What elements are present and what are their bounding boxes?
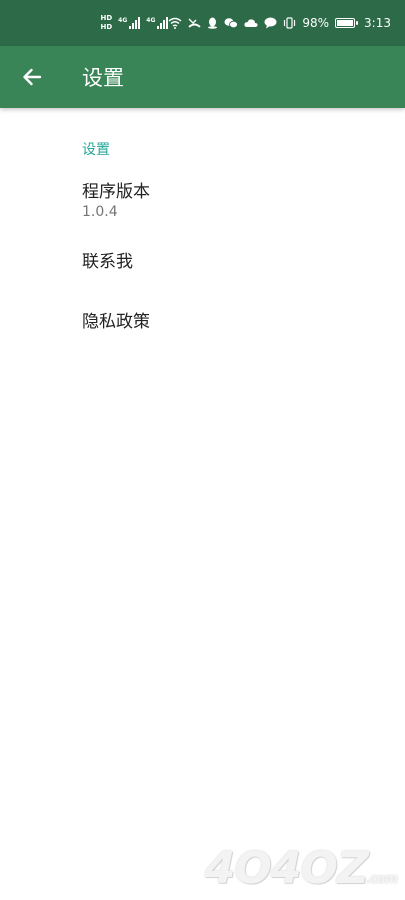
app-bar: 设置 [0, 46, 405, 108]
signal-1-icon: 4G [118, 17, 141, 29]
signal-2-icon: 4G [146, 17, 169, 29]
battery [335, 18, 359, 28]
battery-percent: 98% [302, 16, 330, 30]
hd-bottom-label: HD [100, 23, 113, 31]
arrow-back-icon [23, 68, 42, 86]
status-left: HD HD 4G 4G [0, 14, 169, 32]
pref-app-version[interactable]: 程序版本 1.0.4 [0, 177, 405, 237]
back-button[interactable] [0, 46, 64, 108]
status-icons: 98% 3:13 [168, 16, 391, 30]
pref-title: 联系我 [82, 252, 133, 272]
status-time: 3:13 [364, 16, 391, 30]
hd-top-label: HD [100, 14, 113, 22]
pref-contact-me[interactable]: 联系我 [0, 247, 405, 307]
message-icon [264, 17, 277, 29]
battery-fill [337, 20, 353, 26]
pref-privacy-policy[interactable]: 隐私政策 [0, 307, 405, 367]
settings-list: 设置 程序版本 1.0.4 联系我 隐私政策 [0, 108, 405, 367]
watermark-logo: 4O4OZ .com [204, 843, 398, 894]
cloud-icon [244, 19, 258, 27]
watermark-text: 4O4OZ [204, 843, 369, 894]
battery-icon [335, 18, 359, 28]
pref-title: 程序版本 [82, 182, 150, 202]
pref-summary: 1.0.4 [82, 204, 118, 220]
wechat-icon [224, 18, 239, 29]
status-bar: HD HD 4G 4G 98% 3:13 [0, 0, 405, 46]
pref-title: 隐私政策 [82, 312, 150, 332]
page-title: 设置 [82, 66, 124, 90]
vibrate-icon [284, 17, 296, 29]
missed-call-icon [188, 18, 201, 28]
qq-icon [208, 17, 218, 29]
wifi-icon [168, 17, 182, 29]
hd-indicator: HD HD [100, 14, 112, 32]
watermark-suffix: .com [365, 872, 398, 887]
network-2-label: 4G [146, 17, 156, 24]
network-1-label: 4G [118, 17, 128, 24]
section-header: 设置 [82, 142, 110, 158]
